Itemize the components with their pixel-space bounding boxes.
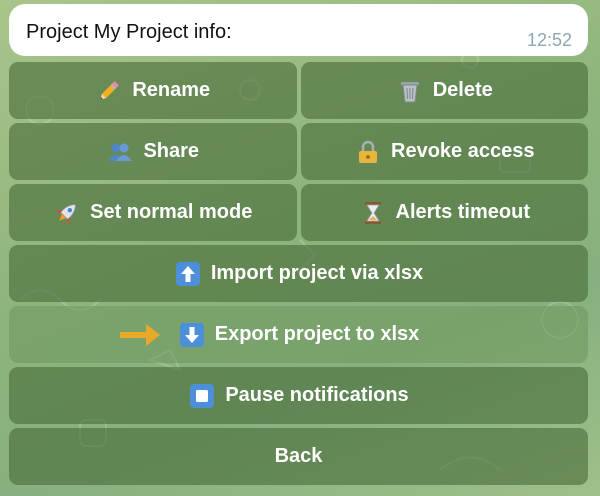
up-arrow-icon — [174, 260, 202, 288]
revoke-access-button[interactable]: Revoke access — [300, 123, 588, 180]
revoke-access-label: Revoke access — [391, 140, 535, 162]
keyboard-row: Import project via xlsx — [9, 245, 588, 302]
rename-label: Rename — [132, 79, 211, 101]
pencil-icon — [95, 77, 123, 105]
bot-message-bubble: Project My Project info: 12:52 — [9, 4, 588, 56]
pointing-arrow-icon — [120, 324, 160, 346]
trash-icon — [396, 77, 424, 105]
back-button[interactable]: Back — [9, 428, 588, 485]
import-project-label: Import project via xlsx — [210, 262, 424, 284]
stop-icon — [188, 382, 216, 410]
keyboard-row: Share Revoke access — [9, 123, 588, 180]
rename-button[interactable]: Rename — [9, 62, 297, 119]
delete-button[interactable]: Delete — [300, 62, 588, 119]
keyboard-row: Rename Delete — [9, 62, 588, 119]
export-project-button[interactable]: Export project to xlsx — [9, 306, 588, 363]
keyboard-row: Set normal mode Alerts timeout — [9, 184, 588, 241]
hourglass-icon — [359, 199, 387, 227]
people-icon — [106, 138, 134, 166]
alerts-timeout-label: Alerts timeout — [395, 201, 530, 223]
keyboard-row: Pause notifications — [9, 367, 588, 424]
message-text: Project My Project info: — [26, 21, 232, 43]
export-project-label: Export project to xlsx — [214, 323, 420, 345]
share-label: Share — [143, 140, 200, 162]
pause-notifications-button[interactable]: Pause notifications — [9, 367, 588, 424]
delete-label: Delete — [432, 79, 493, 101]
set-normal-mode-label: Set normal mode — [90, 201, 253, 223]
inline-keyboard: Rename Delete Share Revoke access Set no… — [9, 62, 588, 489]
pause-notifications-label: Pause notifications — [225, 384, 409, 406]
keyboard-row: Export project to xlsx — [9, 306, 588, 363]
lock-icon — [354, 138, 382, 166]
down-arrow-icon — [178, 321, 206, 349]
share-button[interactable]: Share — [9, 123, 297, 180]
set-normal-mode-button[interactable]: Set normal mode — [9, 184, 297, 241]
alerts-timeout-button[interactable]: Alerts timeout — [300, 184, 588, 241]
rocket-icon — [53, 199, 81, 227]
message-time: 12:52 — [526, 30, 572, 50]
import-project-button[interactable]: Import project via xlsx — [9, 245, 588, 302]
keyboard-row: Back — [9, 428, 588, 485]
back-label: Back — [274, 445, 323, 467]
